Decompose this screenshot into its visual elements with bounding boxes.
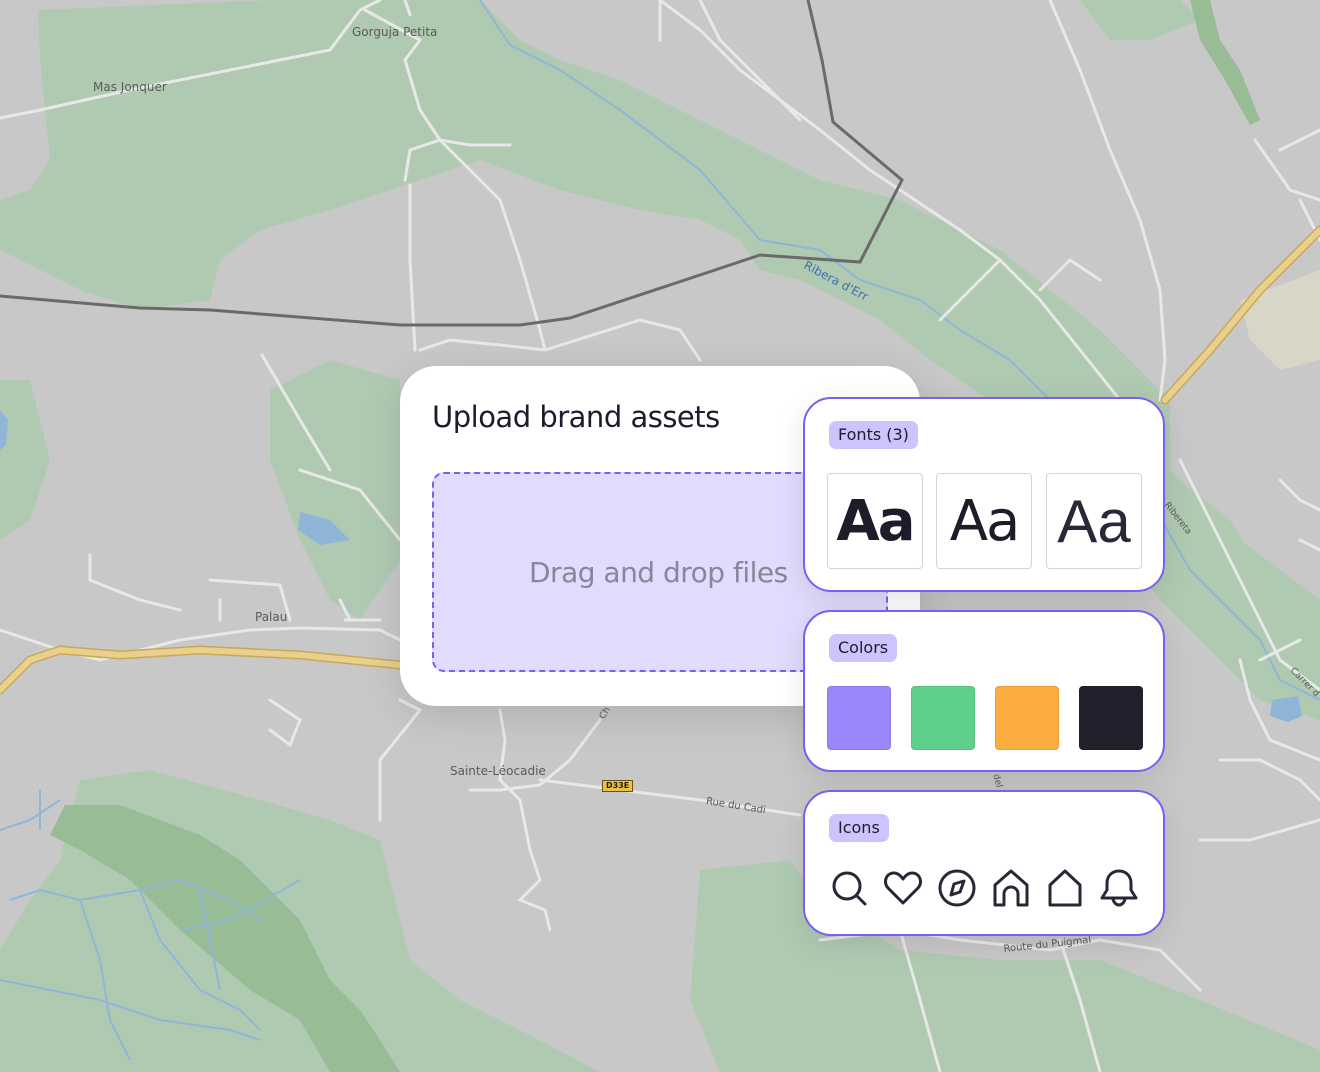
map-label-sainte-leocadie: Sainte-Léocadie xyxy=(450,764,546,778)
fonts-chip: Fonts (3) xyxy=(829,421,918,449)
home-icon[interactable] xyxy=(991,868,1031,908)
font-sample-regular[interactable]: Aa xyxy=(936,473,1032,569)
font-sample-light[interactable]: Aa xyxy=(1046,473,1142,569)
compass-icon[interactable] xyxy=(937,868,977,908)
color-swatch-green[interactable] xyxy=(911,686,975,750)
colors-panel: Colors xyxy=(803,610,1165,772)
color-swatch-purple[interactable] xyxy=(827,686,891,750)
bell-icon[interactable] xyxy=(1099,868,1139,908)
map-label-mas-jonquer: Mas Jonquer xyxy=(93,80,167,94)
color-swatch-dark[interactable] xyxy=(1079,686,1143,750)
map-label-palau: Palau xyxy=(255,610,288,624)
dropzone-text: Drag and drop files xyxy=(529,556,788,589)
colors-chip: Colors xyxy=(829,634,898,662)
search-icon[interactable] xyxy=(829,868,869,908)
house-outline-icon[interactable] xyxy=(1045,868,1085,908)
fonts-panel: Fonts (3) Aa Aa Aa xyxy=(803,397,1165,592)
road-shield-d33e: D33E xyxy=(602,780,634,792)
upload-title: Upload brand assets xyxy=(432,400,720,434)
font-sample-bold[interactable]: Aa xyxy=(827,473,923,569)
color-swatch-orange[interactable] xyxy=(995,686,1059,750)
heart-icon[interactable] xyxy=(883,868,923,908)
map-label-gorguja-petita: Gorguja Petita xyxy=(352,25,438,39)
icons-panel: Icons xyxy=(803,790,1165,936)
icons-chip: Icons xyxy=(829,814,889,842)
